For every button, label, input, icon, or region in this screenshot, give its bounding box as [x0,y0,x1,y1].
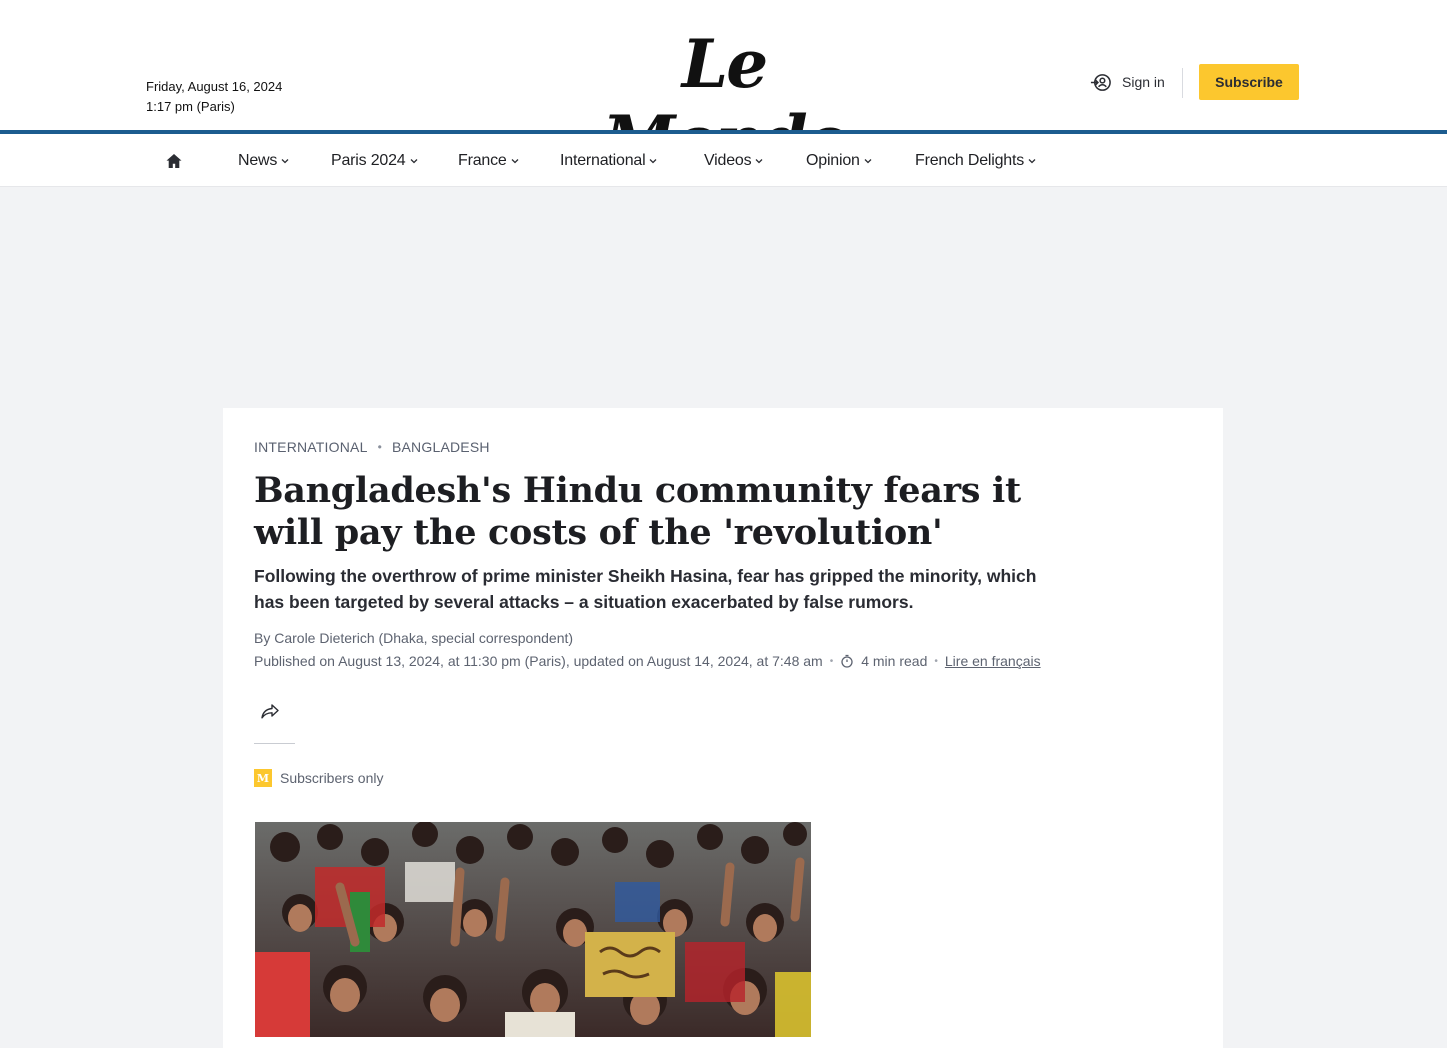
meta-separator: • [934,655,938,667]
subscribe-button[interactable]: Subscribe [1199,64,1299,100]
le-monde-m-icon: M [254,769,272,787]
header-divider [1182,68,1183,98]
nav-item-news[interactable]: News [238,150,289,172]
chevron-down-icon [755,159,763,164]
nav-item-label: Videos [704,152,752,169]
article-meta: Published on August 13, 2024, at 11:30 p… [254,653,1041,669]
nav-item-label: News [238,152,278,169]
home-icon[interactable] [164,151,184,171]
subscribers-only-label: Subscribers only [280,770,384,786]
nav-item-french-delights[interactable]: French Delights [915,150,1036,172]
nav-item-label: Paris 2024 [331,152,406,169]
le-monde-logo[interactable]: Le Monde [574,26,874,178]
chevron-down-icon [864,159,872,164]
current-date: Friday, August 16, 2024 [146,79,283,94]
nav-item-label: International [560,152,646,169]
current-time: 1:17 pm (Paris) [146,99,235,114]
sign-in-button[interactable]: Sign in [1089,70,1165,94]
read-time: 4 min read [861,653,928,669]
nav-item-label: Opinion [806,152,860,169]
stopwatch-icon [841,654,853,668]
breadcrumb-separator: • [377,440,382,454]
breadcrumb: International • Bangladesh [254,439,490,455]
article-title: Bangladesh's Hindu community fears it wi… [254,470,1021,553]
publication-date: Published on August 13, 2024, at 11:30 p… [254,653,823,669]
breadcrumb-bangladesh[interactable]: Bangladesh [392,439,490,455]
article-card: International • Bangladesh Bangladesh's … [223,408,1223,1048]
site-header: Friday, August 16, 2024 1:17 pm (Paris) … [0,0,1447,178]
nav-item-paris-2024[interactable]: Paris 2024 [331,150,418,172]
article-photo [255,822,811,1037]
nav-item-label: French Delights [915,152,1025,169]
article-byline: By Carole Dieterich (Dhaka, special corr… [254,630,574,646]
chevron-down-icon [410,159,417,164]
sign-in-icon [1090,73,1111,91]
sign-in-label: Sign in [1122,74,1165,90]
main-nav: News Paris 2024 France International Vid… [0,134,1447,187]
nav-item-videos[interactable]: Videos [704,150,763,172]
chevron-down-icon [650,159,657,164]
nav-item-france[interactable]: France [458,150,519,172]
share-icon[interactable] [258,700,282,722]
nav-item-international[interactable]: International [560,150,657,172]
chevron-down-icon [511,159,519,164]
meta-separator: • [829,655,834,667]
chevron-down-icon [1028,159,1036,164]
divider [254,743,295,744]
chevron-down-icon [281,159,289,164]
subscribers-only-badge: M Subscribers only [254,769,384,787]
date-time: Friday, August 16, 2024 1:17 pm (Paris) [146,77,282,117]
french-version-link[interactable]: Lire en français [945,653,1041,669]
breadcrumb-international[interactable]: International [254,439,368,455]
nav-item-opinion[interactable]: Opinion [806,150,872,172]
nav-item-label: France [458,152,507,169]
article-standfirst: Following the overthrow of prime ministe… [254,566,1037,612]
